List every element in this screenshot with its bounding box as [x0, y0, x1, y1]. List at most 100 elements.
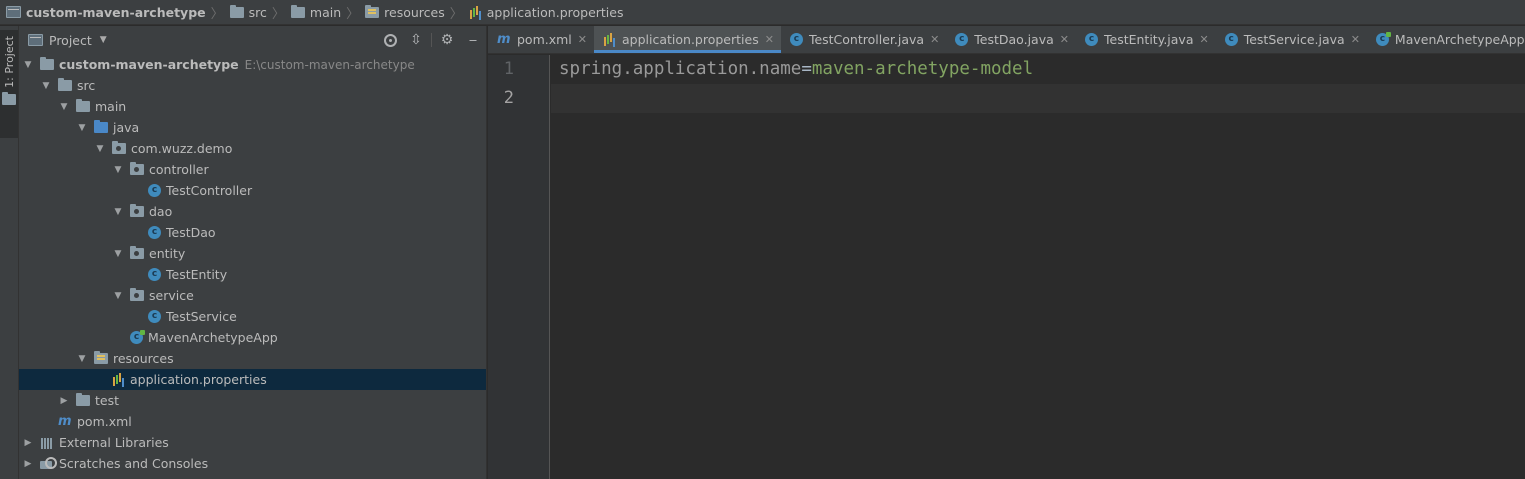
- minimize-icon: ⎯: [469, 32, 477, 48]
- tree-item-label: entity: [149, 246, 186, 261]
- settings-button[interactable]: ⚙: [434, 26, 460, 54]
- tree-item-test-entity[interactable]: c TestEntity: [19, 264, 486, 285]
- tree-item-test-service[interactable]: c TestService: [19, 306, 486, 327]
- project-view-selector[interactable]: Project: [49, 33, 92, 48]
- expand-arrow-icon[interactable]: ▼: [112, 291, 124, 301]
- breadcrumb-resources[interactable]: resources: [365, 4, 445, 20]
- tab-label: TestController.java: [808, 32, 925, 47]
- code-editor[interactable]: spring.application.name=maven-archetype-…: [551, 55, 1525, 479]
- breadcrumb-label: resources: [384, 4, 445, 20]
- tree-item-resources[interactable]: ▼ resources: [19, 348, 486, 369]
- crosshair-icon: [383, 33, 397, 47]
- package-icon: [130, 288, 144, 301]
- tree-item-label: test: [95, 393, 120, 408]
- tree-item-maven-archetype-app[interactable]: c MavenArchetypeApp: [19, 327, 486, 348]
- class-icon: c: [789, 33, 803, 46]
- tree-item-label: java: [113, 120, 140, 135]
- editor-tabs: m pom.xml ✕ application.properties ✕ c T…: [488, 26, 1525, 54]
- close-icon[interactable]: ✕: [930, 33, 939, 46]
- expand-arrow-icon[interactable]: ▼: [58, 102, 70, 112]
- tab-test-entity[interactable]: c TestEntity.java ✕: [1076, 26, 1216, 53]
- tree-item-scratches[interactable]: ▶ Scratches and Consoles: [19, 453, 486, 474]
- tab-label: TestService.java: [1243, 32, 1345, 47]
- tree-item-label: TestController: [166, 183, 253, 198]
- close-icon[interactable]: ✕: [1060, 33, 1069, 46]
- close-icon[interactable]: ✕: [578, 33, 587, 46]
- libraries-icon: [40, 437, 54, 449]
- folder-icon: [290, 4, 305, 18]
- class-icon: c: [148, 268, 161, 281]
- tool-window-stripe: 1: Project: [0, 26, 19, 479]
- tree-item-test-dao[interactable]: c TestDao: [19, 222, 486, 243]
- breadcrumb-separator: 〉: [449, 6, 463, 22]
- folder-icon: [76, 99, 90, 112]
- tree-item-java[interactable]: ▼ java: [19, 117, 486, 138]
- tree-item-label: com.wuzz.demo: [131, 141, 233, 156]
- collapse-icon: ⇳: [410, 32, 422, 48]
- tree-item-package[interactable]: ▼ com.wuzz.demo: [19, 138, 486, 159]
- tab-label: MavenArchetypeApp.java: [1394, 32, 1525, 47]
- expand-arrow-icon[interactable]: ▼: [40, 81, 52, 91]
- tab-label: pom.xml: [517, 32, 572, 47]
- tab-application-properties[interactable]: application.properties ✕: [594, 26, 781, 53]
- tree-item-pom[interactable]: m pom.xml: [19, 411, 486, 432]
- collapsed-arrow-icon[interactable]: ▶: [22, 438, 34, 448]
- tree-item-test-controller[interactable]: c TestController: [19, 180, 486, 201]
- expand-arrow-icon[interactable]: ▼: [76, 354, 88, 364]
- properties-file-icon: [112, 373, 125, 386]
- class-icon: c: [1224, 33, 1238, 46]
- project-folder-icon: [6, 6, 21, 18]
- code-line[interactable]: spring.application.name=maven-archetype-…: [551, 55, 1525, 84]
- line-number-gutter: 1 2: [488, 55, 550, 479]
- code-line-current[interactable]: [551, 84, 1525, 113]
- expand-arrow-icon[interactable]: ▼: [112, 207, 124, 217]
- locate-file-button[interactable]: [377, 26, 403, 54]
- tree-item-main[interactable]: ▼ main: [19, 96, 486, 117]
- tree-item-label: TestDao: [166, 225, 216, 240]
- property-value: maven-archetype-model: [811, 59, 1034, 79]
- breadcrumb-application-properties[interactable]: application.properties: [469, 5, 623, 20]
- expand-arrow-icon[interactable]: ▼: [22, 60, 34, 70]
- tab-pom-xml[interactable]: m pom.xml ✕: [488, 26, 594, 53]
- collapsed-arrow-icon[interactable]: ▶: [22, 459, 34, 469]
- tree-item-label: custom-maven-archetype: [59, 57, 239, 72]
- class-icon: c: [955, 33, 969, 46]
- tree-item-label: controller: [149, 162, 209, 177]
- folder-icon: [2, 91, 16, 105]
- tree-item-external-libraries[interactable]: ▶ External Libraries: [19, 432, 486, 453]
- toolbar-divider: [431, 33, 432, 47]
- tree-item-root[interactable]: ▼ custom-maven-archetype E:\custom-maven…: [19, 54, 486, 75]
- close-icon[interactable]: ✕: [1200, 33, 1209, 46]
- tree-item-entity[interactable]: ▼ entity: [19, 243, 486, 264]
- hide-panel-button[interactable]: ⎯: [460, 26, 486, 54]
- tree-item-application-properties[interactable]: application.properties: [19, 369, 486, 390]
- tree-item-dao[interactable]: ▼ dao: [19, 201, 486, 222]
- tree-item-test[interactable]: ▶ test: [19, 390, 486, 411]
- tab-maven-archetype-app[interactable]: c MavenArchetypeApp.java ✕: [1367, 26, 1525, 53]
- expand-arrow-icon[interactable]: ▼: [112, 165, 124, 175]
- folder-icon: [76, 393, 90, 406]
- expand-arrow-icon[interactable]: ▼: [76, 123, 88, 133]
- project-tree: ▼ custom-maven-archetype E:\custom-maven…: [19, 54, 486, 474]
- breadcrumb-project[interactable]: custom-maven-archetype: [6, 5, 206, 20]
- tab-test-controller[interactable]: c TestController.java ✕: [781, 26, 946, 53]
- breadcrumb-main[interactable]: main: [290, 4, 341, 20]
- expand-arrow-icon[interactable]: ▼: [94, 144, 106, 154]
- chevron-down-icon[interactable]: ▼: [100, 35, 107, 45]
- close-icon[interactable]: ✕: [1351, 33, 1360, 46]
- tree-item-service[interactable]: ▼ service: [19, 285, 486, 306]
- resources-folder-icon: [94, 351, 108, 364]
- tree-item-src[interactable]: ▼ src: [19, 75, 486, 96]
- tab-test-service[interactable]: c TestService.java ✕: [1216, 26, 1367, 53]
- project-tool-tab[interactable]: 1: Project: [0, 30, 18, 138]
- tree-item-label: application.properties: [130, 372, 267, 387]
- tree-item-controller[interactable]: ▼ controller: [19, 159, 486, 180]
- tab-test-dao[interactable]: c TestDao.java ✕: [946, 26, 1076, 53]
- expand-arrow-icon[interactable]: ▼: [112, 249, 124, 259]
- close-icon[interactable]: ✕: [765, 33, 774, 46]
- breadcrumb-src[interactable]: src: [229, 4, 267, 20]
- package-icon: [130, 204, 144, 217]
- editor-area: m pom.xml ✕ application.properties ✕ c T…: [488, 26, 1525, 479]
- collapse-all-button[interactable]: ⇳: [403, 26, 429, 54]
- collapsed-arrow-icon[interactable]: ▶: [58, 396, 70, 406]
